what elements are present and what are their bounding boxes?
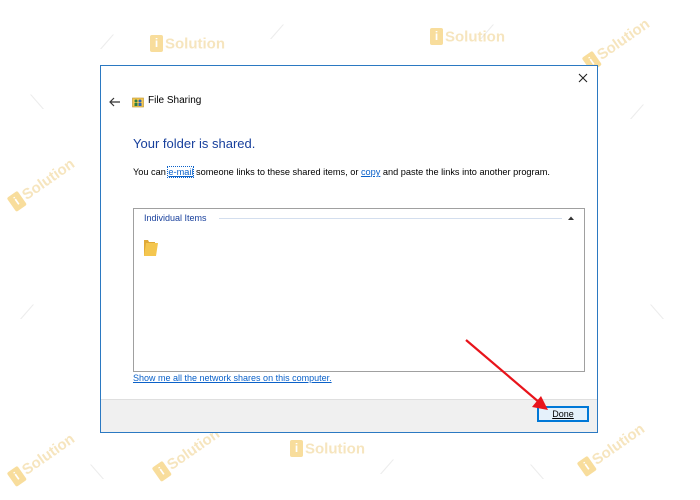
dialog-footer: Done xyxy=(101,399,597,432)
watermark: iSolution xyxy=(6,155,79,213)
dialog-title: File Sharing xyxy=(148,95,202,106)
navigation-bar: File Sharing xyxy=(101,92,597,114)
watermark-badge: i xyxy=(430,28,443,46)
network-shares-link[interactable]: Show me all the network shares on this c… xyxy=(133,373,332,383)
watermark-mark: ⟋ xyxy=(630,100,644,124)
description-suffix: and paste the links into another program… xyxy=(380,167,550,177)
watermark-text: Solution xyxy=(305,440,365,458)
description-middle: someone links to these shared items, or xyxy=(193,167,361,177)
watermark-badge: i xyxy=(151,460,173,483)
watermark: iSolution xyxy=(151,425,224,483)
watermark-badge: i xyxy=(150,35,163,53)
page-heading: Your folder is shared. xyxy=(133,136,256,151)
watermark-text: Solution xyxy=(165,35,225,53)
watermark-mark: ⟋ xyxy=(380,455,394,479)
watermark-text: Solution xyxy=(19,430,78,479)
copy-link[interactable]: copy xyxy=(361,167,380,177)
done-button[interactable]: Done xyxy=(537,406,589,422)
watermark-badge: i xyxy=(6,190,28,213)
back-arrow-icon xyxy=(109,97,120,107)
watermark: iSolution xyxy=(290,440,365,458)
watermark-badge: i xyxy=(290,440,303,458)
watermark: iSolution xyxy=(150,35,225,53)
back-button[interactable] xyxy=(107,94,123,110)
watermark-mark: ⟍ xyxy=(650,300,664,324)
folder-icon[interactable] xyxy=(143,237,159,257)
file-sharing-dialog: File Sharing Your folder is shared. You … xyxy=(100,65,598,433)
watermark-mark: ⟍ xyxy=(530,460,544,484)
watermark-text: Solution xyxy=(594,15,653,64)
watermark: iSolution xyxy=(430,28,505,46)
watermark-mark: ⟋ xyxy=(480,20,494,44)
page: ⟋ ⟋ ⟋ ⟍ ⟋ ⟋ ⟍ ⟍ ⟋ ⟍ i Solution i Solution … xyxy=(0,0,700,500)
watermark-mark: ⟋ xyxy=(270,20,284,44)
chevron-up-icon xyxy=(568,216,574,220)
watermark-badge: i xyxy=(6,465,28,488)
close-button[interactable] xyxy=(571,68,595,88)
watermark-mark: ⟍ xyxy=(90,460,104,484)
description-prefix: You can xyxy=(133,167,169,177)
watermark-text: Solution xyxy=(19,155,78,204)
description-text: You can e-mail someone links to these sh… xyxy=(133,166,550,178)
email-link[interactable]: e-mail xyxy=(167,166,195,178)
watermark-mark: ⟍ xyxy=(30,90,44,114)
watermark-mark: ⟋ xyxy=(100,30,114,54)
watermark-mark: ⟋ xyxy=(20,300,34,324)
file-sharing-icon xyxy=(132,97,144,108)
close-icon xyxy=(578,73,588,83)
group-header-individual-items[interactable]: Individual Items xyxy=(144,213,207,223)
watermark-badge: i xyxy=(576,455,598,478)
shared-items-list[interactable]: Individual Items xyxy=(133,208,585,372)
collapse-group-button[interactable] xyxy=(566,213,576,223)
group-divider xyxy=(219,218,562,219)
watermark: iSolution xyxy=(6,430,79,488)
watermark-text: Solution xyxy=(445,28,505,46)
done-button-label: Done xyxy=(552,409,574,419)
